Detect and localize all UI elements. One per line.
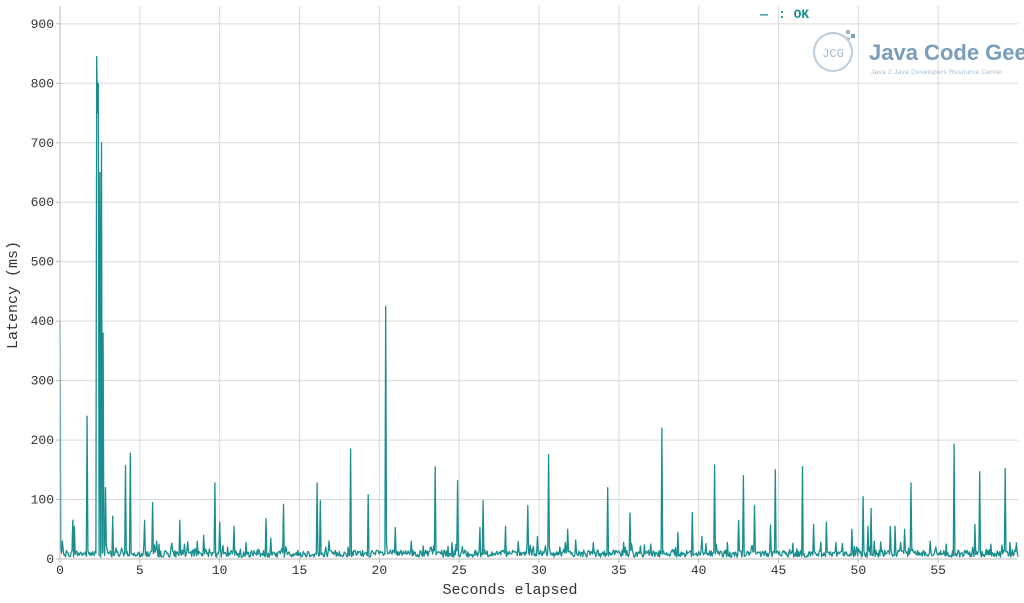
watermark-dot — [846, 30, 850, 34]
legend: — : OK — [759, 7, 809, 22]
y-tick-label: 200 — [31, 433, 54, 448]
x-axis-title: Seconds elapsed — [442, 582, 577, 598]
watermark-dot — [851, 34, 855, 38]
x-tick-label: 35 — [611, 563, 627, 578]
x-tick-label: 55 — [930, 563, 946, 578]
x-tick-label: 20 — [372, 563, 388, 578]
y-tick-label: 900 — [31, 17, 54, 32]
y-tick-label: 600 — [31, 195, 54, 210]
y-tick-label: 0 — [46, 552, 54, 567]
x-tick-label: 0 — [56, 563, 64, 578]
y-tick-label: 100 — [31, 493, 54, 508]
legend-label: : OK — [778, 7, 809, 22]
x-tick-label: 5 — [136, 563, 144, 578]
x-tick-label: 10 — [212, 563, 228, 578]
y-tick-label: 700 — [31, 136, 54, 151]
y-tick-label: 400 — [31, 314, 54, 329]
chart-svg: JCG Java Code Geeks Java 2 Java Develope… — [0, 0, 1024, 599]
x-tick-label: 45 — [771, 563, 787, 578]
x-tick-label: 25 — [451, 563, 467, 578]
x-tick-label: 30 — [531, 563, 547, 578]
watermark-subtitle: Java 2 Java Developers Resource Center — [871, 69, 1003, 76]
watermark-dot — [847, 37, 850, 40]
x-tick-label: 15 — [292, 563, 308, 578]
x-tick-label: 50 — [851, 563, 867, 578]
y-tick-label: 300 — [31, 374, 54, 389]
watermark-badge-text: JCG — [822, 47, 844, 61]
y-axis-title: Latency (ms) — [5, 241, 22, 349]
watermark-title: Java Code Geeks — [869, 40, 1024, 65]
y-tick-label: 800 — [31, 76, 54, 91]
latency-chart: JCG Java Code Geeks Java 2 Java Develope… — [0, 0, 1024, 599]
y-tick-label: 500 — [31, 255, 54, 270]
legend-marker: — — [759, 7, 768, 22]
x-tick-label: 40 — [691, 563, 707, 578]
